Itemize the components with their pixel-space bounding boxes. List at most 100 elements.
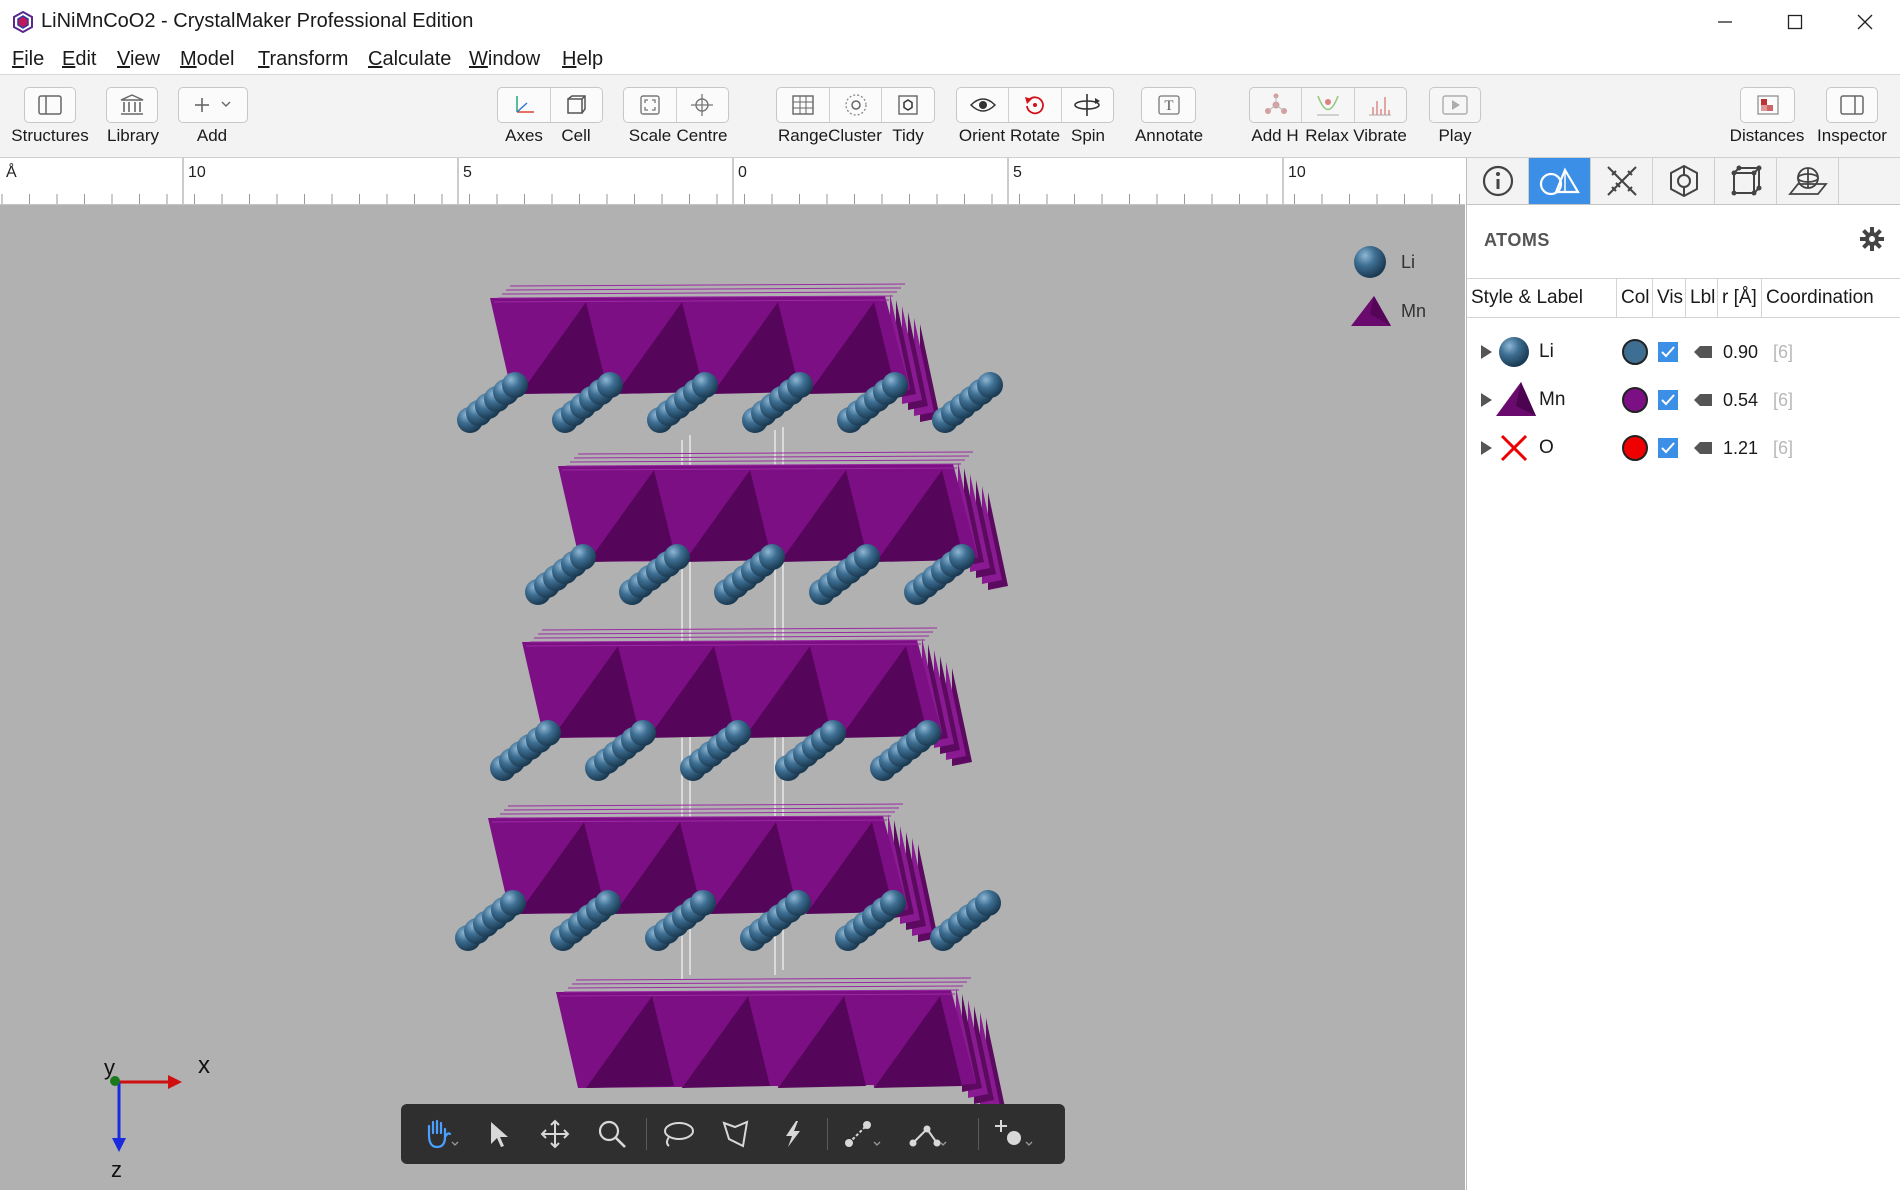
maximize-button[interactable] (1760, 0, 1830, 44)
polygon-select-tool-button[interactable] (714, 1114, 758, 1154)
menu-transform[interactable]: Transform (258, 48, 348, 71)
orient-button[interactable] (957, 88, 1010, 122)
scale-button[interactable] (624, 88, 677, 122)
tetrahedron-icon[interactable] (1495, 376, 1537, 424)
sidebar-icon (38, 95, 62, 115)
col-style-label[interactable]: Style & Label (1467, 278, 1617, 318)
relax-icon (1316, 95, 1339, 116)
sphere-icon[interactable] (1497, 328, 1531, 376)
expand-chevron-icon[interactable] (1479, 328, 1493, 376)
crystal-structure-render[interactable] (0, 205, 1465, 1190)
cell-button[interactable] (551, 88, 603, 122)
tab-bonds[interactable] (1591, 158, 1653, 204)
axes-button[interactable] (498, 88, 551, 122)
minimize-button[interactable] (1690, 0, 1760, 44)
menu-calculate[interactable]: Calculate (368, 48, 451, 71)
menu-model[interactable]: Model (180, 48, 234, 71)
cross-icon[interactable] (1499, 424, 1529, 472)
rotate-button[interactable] (1009, 88, 1062, 122)
atom-radius[interactable]: 1.21 (1723, 424, 1758, 472)
add-button[interactable] (178, 87, 248, 123)
measure-tool-button[interactable] (771, 1114, 815, 1154)
zoom-tool-button[interactable] (590, 1114, 634, 1154)
label-tag-icon[interactable] (1694, 328, 1714, 376)
expand-chevron-icon[interactable] (1479, 424, 1493, 472)
menu-file[interactable]: File (12, 48, 44, 71)
atom-row-mn[interactable]: Mn 0.54 [6] (1467, 376, 1900, 424)
add-dropdown-icon (195, 98, 231, 112)
library-icon (120, 94, 144, 115)
col-color[interactable]: Col (1617, 278, 1653, 318)
col-label[interactable]: Lbl (1686, 278, 1718, 318)
select-tool-button[interactable] (477, 1114, 521, 1154)
bond-tool-button[interactable] (841, 1114, 885, 1154)
distances-button[interactable] (1740, 87, 1795, 123)
arrow-pointer-icon (491, 1122, 508, 1147)
atom-label[interactable]: Li (1539, 328, 1554, 376)
color-swatch[interactable] (1620, 376, 1650, 424)
expand-chevron-icon[interactable] (1479, 376, 1493, 424)
add-h-label: Add H (1251, 126, 1299, 145)
structures-button[interactable] (24, 87, 76, 123)
inspector-button[interactable] (1826, 87, 1878, 123)
visibility-checkbox[interactable] (1657, 328, 1679, 376)
atom-row-li[interactable]: Li 0.90 [6] (1467, 328, 1900, 376)
ruler-label-5-right: 5 (1013, 164, 1022, 181)
color-swatch[interactable] (1620, 424, 1650, 472)
atom-label[interactable]: O (1539, 424, 1554, 472)
axis-label-z: z (111, 1157, 122, 1182)
atom-row-o[interactable]: O 1.21 [6] (1467, 424, 1900, 472)
visibility-checkbox[interactable] (1657, 376, 1679, 424)
atom-radius[interactable]: 0.54 (1723, 376, 1758, 424)
move-tool-button[interactable] (533, 1114, 577, 1154)
visibility-checkbox[interactable] (1657, 424, 1679, 472)
tab-atoms[interactable] (1529, 158, 1591, 204)
move-icon (540, 1119, 570, 1149)
library-button[interactable] (106, 87, 158, 123)
menu-view[interactable]: View (117, 48, 160, 71)
tab-surface[interactable] (1777, 158, 1839, 204)
col-visible[interactable]: Vis (1653, 278, 1686, 318)
centre-button[interactable] (677, 88, 729, 122)
gear-icon[interactable] (1859, 226, 1885, 252)
menu-edit[interactable]: Edit (62, 48, 96, 71)
play-button[interactable] (1429, 87, 1481, 123)
range-button[interactable] (777, 88, 830, 122)
info-icon (1482, 165, 1513, 197)
ruler: Å 10 5 0 5 10 (0, 158, 1465, 205)
pan-tool-button[interactable] (419, 1114, 463, 1154)
tidy-button[interactable] (882, 88, 934, 122)
color-swatch[interactable] (1620, 328, 1650, 376)
atom-label[interactable]: Mn (1539, 376, 1565, 424)
3d-viewport[interactable]: x y z Li Mn (0, 205, 1465, 1190)
spectrum-icon (1369, 97, 1392, 116)
axis-label-x: x (198, 1052, 210, 1079)
annotate-button[interactable]: T (1141, 87, 1196, 123)
spin-button[interactable] (1062, 88, 1113, 122)
lasso-tool-button[interactable] (656, 1114, 700, 1154)
menu-window[interactable]: Window (469, 48, 540, 71)
tidy-icon (898, 95, 918, 115)
cell-label: Cell (561, 126, 591, 145)
tab-cell[interactable] (1715, 158, 1777, 204)
play-label: Play (1438, 126, 1472, 145)
ruler-label-5-left: 5 (463, 164, 472, 181)
atom-radius[interactable]: 0.90 (1723, 328, 1758, 376)
cluster-button[interactable] (830, 88, 883, 122)
surface-icon (1787, 167, 1828, 195)
label-tag-icon[interactable] (1694, 376, 1714, 424)
vibrate-button[interactable] (1355, 88, 1406, 122)
col-coordination[interactable]: Coordination (1762, 278, 1900, 318)
atom-coordination: [6] (1773, 437, 1794, 458)
angle-tool-button[interactable] (907, 1114, 951, 1154)
add-h-button[interactable] (1250, 88, 1303, 122)
toolbar: Structures Library Add Axes Cell Scale C… (0, 75, 1900, 158)
close-button[interactable] (1830, 0, 1900, 44)
add-atom-tool-button[interactable] (993, 1114, 1037, 1154)
label-tag-icon[interactable] (1694, 424, 1714, 472)
relax-button[interactable] (1302, 88, 1355, 122)
col-radius[interactable]: r [Å] (1718, 278, 1762, 318)
menu-help[interactable]: Help (562, 48, 603, 71)
tab-polyhedra[interactable] (1653, 158, 1715, 204)
tab-info[interactable] (1467, 158, 1529, 204)
